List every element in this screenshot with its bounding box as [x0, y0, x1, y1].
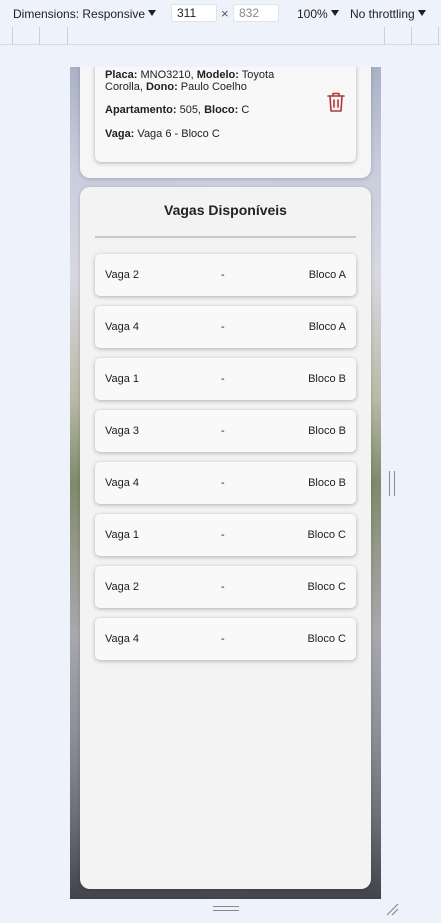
spot-item[interactable]: Vaga 2 - Bloco C — [95, 566, 356, 608]
dimensions-dropdown[interactable]: Dimensions: Responsive — [13, 0, 157, 27]
zoom-dropdown[interactable]: 100% — [297, 0, 339, 27]
divider — [95, 236, 356, 238]
spot-block: Bloco A — [308, 321, 346, 333]
spot-name: Vaga 3 — [105, 425, 140, 437]
spot-item[interactable]: Vaga 3 - Bloco B — [95, 410, 356, 452]
spot-block: Bloco A — [308, 269, 346, 281]
spot-block: Bloco B — [308, 477, 346, 489]
ruler-mark — [411, 27, 412, 45]
ruler-mark — [438, 27, 439, 45]
spot-item[interactable]: Vaga 4 - Bloco C — [95, 618, 356, 660]
spot-name: Vaga 4 — [105, 477, 140, 489]
chevron-down-icon — [148, 9, 157, 16]
ruler-mark — [12, 27, 13, 45]
spot-sep: - — [221, 529, 225, 541]
spot-name: Vaga 1 — [105, 529, 140, 541]
devtools-toolbar: Dimensions: Responsive 311 × 832 100% No… — [0, 0, 441, 27]
available-spots-title: Vagas Disponíveis — [164, 202, 287, 218]
spot-block: Bloco B — [308, 425, 346, 437]
spot-sep: - — [221, 269, 225, 281]
width-input[interactable]: 311 — [171, 4, 217, 22]
vehicle-plate-line: Placa: MNO3210, Modelo: Toyota — [105, 69, 275, 81]
resize-handle-right[interactable] — [389, 471, 395, 496]
resize-handle-bottom[interactable] — [213, 906, 239, 911]
spot-sep: - — [221, 373, 225, 385]
occupied-spot-card: Placa: MNO3210, Modelo: Toyota Corolla, … — [80, 67, 371, 178]
spot-name: Vaga 2 — [105, 269, 140, 281]
dimensions-label: Dimensions: Responsive — [13, 6, 146, 21]
ruler-mark — [67, 27, 68, 45]
ruler-mark — [384, 27, 385, 45]
zoom-label: 100% — [297, 6, 328, 21]
ruler-mark — [39, 27, 40, 45]
spot-item[interactable]: Vaga 4 - Bloco A — [95, 306, 356, 348]
spot-name: Vaga 4 — [105, 633, 140, 645]
height-input[interactable]: 832 — [233, 4, 279, 22]
device-viewport: Placa: MNO3210, Modelo: Toyota Corolla, … — [70, 67, 381, 899]
spot-name: Vaga 1 — [105, 373, 140, 385]
spot-sep: - — [221, 425, 225, 437]
spot-block: Bloco C — [307, 581, 346, 593]
spot-name: Vaga 4 — [105, 321, 140, 333]
chevron-down-icon — [330, 9, 339, 16]
trash-icon[interactable] — [326, 91, 346, 113]
spot-sep: - — [221, 477, 225, 489]
media-query-ruler[interactable] — [0, 27, 441, 45]
spot-block: Bloco B — [308, 373, 346, 385]
spot-item[interactable]: Vaga 1 - Bloco C — [95, 514, 356, 556]
spot-block: Bloco C — [307, 633, 346, 645]
available-spots-card: Vagas Disponíveis Vaga 2 - Bloco A Vaga 4 - B… — [80, 187, 371, 889]
spot-sep: - — [221, 581, 225, 593]
chevron-down-icon — [417, 9, 426, 16]
spot-item[interactable]: Vaga 2 - Bloco A — [95, 254, 356, 296]
spot-item[interactable]: Vaga 1 - Bloco B — [95, 358, 356, 400]
spot-item[interactable]: Vaga 4 - Bloco B — [95, 462, 356, 504]
vehicle-owner-line: Corolla, Dono: Paulo Coelho — [105, 81, 247, 93]
spot-sep: - — [221, 321, 225, 333]
throttling-label: No throttling — [350, 6, 415, 21]
spot-name: Vaga 2 — [105, 581, 140, 593]
spot-line: Vaga: Vaga 6 - Bloco C — [105, 128, 220, 140]
spot-sep: - — [221, 633, 225, 645]
spot-block: Bloco C — [307, 529, 346, 541]
throttling-dropdown[interactable]: No throttling — [350, 0, 426, 27]
resize-corner-icon[interactable] — [385, 902, 399, 916]
vehicle-info-card: Placa: MNO3210, Modelo: Toyota Corolla, … — [95, 67, 356, 162]
apartment-line: Apartamento: 505, Bloco: C — [105, 104, 250, 116]
times-sign: × — [221, 6, 229, 21]
